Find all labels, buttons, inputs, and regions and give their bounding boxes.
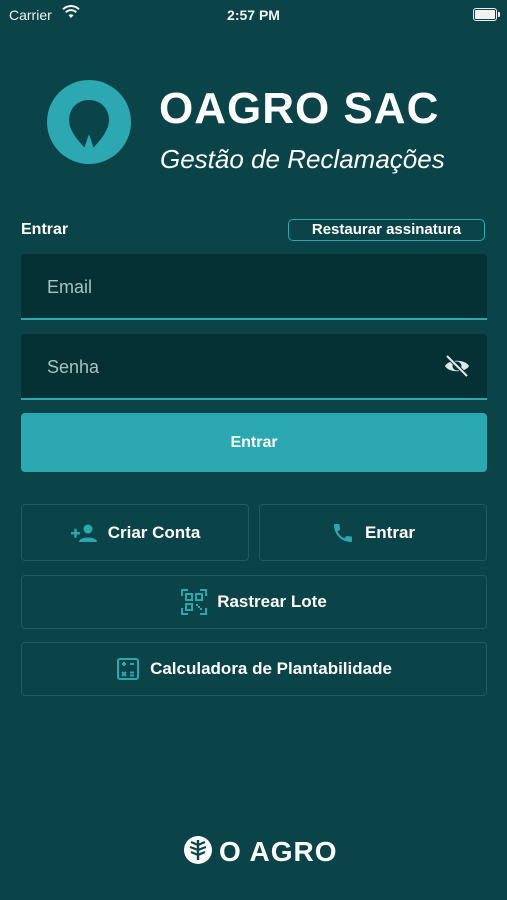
login-submit-button[interactable]: Entrar (21, 413, 487, 472)
create-account-button[interactable]: Criar Conta (21, 504, 249, 561)
login-section-label: Entrar (21, 221, 69, 238)
app-title: OAGRO SAC (159, 84, 440, 133)
add-person-icon (70, 523, 98, 543)
app-subtitle: Gestão de Reclamações (160, 144, 445, 174)
brand-logo-icon (183, 835, 213, 870)
email-field-container (21, 254, 487, 320)
calculator-button[interactable]: Calculadora de Plantabilidade (21, 642, 487, 696)
password-field[interactable] (45, 334, 449, 400)
calculator-label: Calculadora de Plantabilidade (150, 659, 392, 678)
phone-login-button[interactable]: Entrar (259, 504, 487, 561)
track-lot-label: Rastrear Lote (217, 592, 327, 611)
restore-subscription-button[interactable]: Restaurar assinatura (288, 219, 485, 241)
footer-brand-text: O AGRO (219, 836, 338, 867)
status-bar: Carrier 2:57 PM (0, 0, 507, 28)
calculator-icon (116, 657, 140, 681)
eye-off-icon[interactable] (443, 354, 471, 378)
track-lot-button[interactable]: Rastrear Lote (21, 575, 487, 629)
footer-brand: O AGRO (183, 835, 338, 870)
create-account-label: Criar Conta (107, 522, 201, 542)
phone-icon (331, 521, 355, 545)
app-logo-icon (47, 80, 131, 164)
password-field-container (21, 334, 487, 400)
battery-icon (473, 8, 500, 21)
qr-code-icon (181, 589, 208, 615)
phone-login-label: Entrar (364, 522, 416, 542)
email-field[interactable] (45, 254, 449, 320)
status-time: 2:57 PM (227, 7, 280, 23)
